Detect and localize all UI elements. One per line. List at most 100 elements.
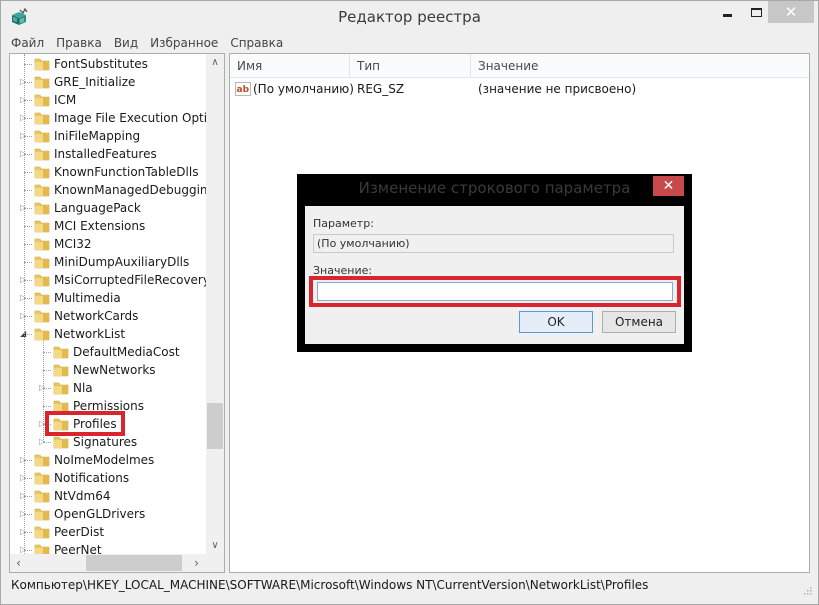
- folder-icon: [53, 363, 69, 377]
- tree-item-label: KnownFunctionTableDlls: [54, 165, 199, 179]
- tree-item[interactable]: ▷ Profiles: [10, 411, 206, 436]
- tree-item[interactable]: ▷ MsiCorruptedFileRecovery: [10, 271, 206, 289]
- registry-tree-pane: FontSubstitutes ▷ GRE_Initialize ▷ ICM ▷ Image…: [9, 53, 225, 573]
- tree-item-label: NewNetworks: [73, 363, 156, 377]
- tree-item-label: Multimedia: [54, 291, 121, 305]
- scroll-down-icon[interactable]: ∨: [206, 537, 224, 554]
- folder-icon: [34, 111, 50, 125]
- tree-item[interactable]: MCI Extensions: [10, 217, 206, 235]
- scroll-left-icon[interactable]: ‹: [10, 554, 27, 572]
- tree-item[interactable]: DefaultMediaCost: [10, 343, 206, 361]
- folder-icon: [34, 219, 50, 233]
- tree-item-label: PeerNet: [54, 543, 102, 554]
- tree-item[interactable]: ▷ NoImeModelmes: [10, 451, 206, 469]
- tree-item[interactable]: ▷ Multimedia: [10, 289, 206, 307]
- cancel-button[interactable]: Отмена: [602, 311, 676, 333]
- status-path: Компьютер\HKEY_LOCAL_MACHINE\SOFTWARE\Mi…: [11, 578, 649, 592]
- tree-item[interactable]: ▷ PeerDist: [10, 523, 206, 541]
- param-label: Параметр:: [313, 217, 374, 230]
- tree-item-label: PeerDist: [54, 525, 105, 539]
- edit-string-dialog: Изменение строкового параметра ✕ Парамет…: [297, 174, 692, 352]
- title-bar[interactable]: Редактор реестра ✕: [1, 1, 818, 32]
- tree-connector: [24, 226, 32, 227]
- tree-item-label: MCI Extensions: [54, 219, 146, 233]
- tree-item[interactable]: ▷ NetworkCards: [10, 307, 206, 325]
- tree-item[interactable]: ▷ PeerNet: [10, 541, 206, 554]
- tree-connector: [43, 352, 51, 353]
- tree-item[interactable]: ▷ OpenGLDrivers: [10, 505, 206, 523]
- menu-bar: Файл Правка Вид Избранное Справка: [1, 33, 818, 53]
- tree-item[interactable]: KnownFunctionTableDlls: [10, 163, 206, 181]
- tree-item[interactable]: NewNetworks: [10, 361, 206, 379]
- ok-button[interactable]: OK: [519, 311, 593, 333]
- close-button[interactable]: ✕: [768, 1, 814, 23]
- tree-item-label: IniFileMapping: [54, 129, 141, 143]
- scroll-right-icon[interactable]: ›: [188, 554, 205, 572]
- tree-item[interactable]: ▷ LanguagePack: [10, 199, 206, 217]
- folder-icon: [34, 147, 50, 161]
- tree-item[interactable]: ▷ Signatures: [10, 433, 206, 451]
- tree-item[interactable]: ▷ Notifications: [10, 469, 206, 487]
- string-value-icon: ab: [235, 82, 251, 96]
- window-title: Редактор реестра: [338, 8, 481, 26]
- column-name-header[interactable]: Имя: [230, 54, 350, 78]
- value-data-input[interactable]: [317, 282, 673, 301]
- list-header: Имя Тип Значение: [230, 54, 809, 78]
- tree-item-label: MiniDumpAuxiliaryDlls: [54, 255, 190, 269]
- resize-grip-icon[interactable]: [802, 585, 812, 595]
- tree-item[interactable]: FontSubstitutes: [10, 55, 206, 73]
- maximize-button[interactable]: [742, 1, 770, 23]
- tree-item-label: GRE_Initialize: [54, 75, 136, 89]
- dialog-close-button[interactable]: ✕: [653, 176, 684, 196]
- column-value-header[interactable]: Значение: [471, 54, 811, 78]
- menu-help[interactable]: Справка: [230, 36, 283, 50]
- menu-edit[interactable]: Правка: [56, 36, 102, 50]
- tree-connector: [24, 64, 32, 65]
- folder-icon: [53, 435, 69, 449]
- minimize-button[interactable]: [713, 1, 741, 23]
- tree-item-label: Image File Execution Options: [54, 111, 206, 125]
- list-row[interactable]: ab (По умолчанию) REG_SZ (значение не пр…: [230, 79, 809, 99]
- folder-icon: [34, 165, 50, 179]
- tree-item-label: ICM: [54, 93, 77, 107]
- tree-item[interactable]: ▷ ICM: [10, 91, 206, 109]
- tree-item[interactable]: ▷ InstalledFeatures: [10, 145, 206, 163]
- tree-vertical-scrollbar[interactable]: ∧ ∨: [206, 54, 224, 554]
- close-icon: ✕: [784, 3, 798, 21]
- tree-item[interactable]: MiniDumpAuxiliaryDlls: [10, 253, 206, 271]
- tree-item[interactable]: ▷ IniFileMapping: [10, 127, 206, 145]
- tree-item-label: Nla: [73, 381, 93, 395]
- tree-item[interactable]: ▷ NtVdm64: [10, 487, 206, 505]
- tree-item[interactable]: ▷ Nla: [10, 379, 206, 397]
- tree-connector: [24, 262, 32, 263]
- tree-item-label: Signatures: [73, 435, 138, 449]
- tree-item-label: OpenGLDrivers: [54, 507, 146, 521]
- tree-item-label: NtVdm64: [54, 489, 111, 503]
- folder-icon: [34, 57, 50, 71]
- tree-guide-line: [43, 339, 44, 442]
- tree-item[interactable]: KnownManagedDebuggingDlls: [10, 181, 206, 199]
- tree-horizontal-scrollbar[interactable]: ‹ ›: [10, 554, 206, 572]
- scroll-up-icon[interactable]: ∧: [206, 54, 224, 71]
- tree-item-label: MCI32: [54, 237, 92, 251]
- tree-item-label: DefaultMediaCost: [73, 345, 180, 359]
- tree-guide-line: [24, 54, 25, 554]
- folder-icon: [34, 525, 50, 539]
- tree-item-label: LanguagePack: [54, 201, 141, 215]
- tree-connector: [24, 244, 32, 245]
- tree-item[interactable]: ◢ NetworkList: [10, 325, 206, 343]
- tree-item[interactable]: MCI32: [10, 235, 206, 253]
- folder-icon: [34, 309, 50, 323]
- tree-vscroll-thumb[interactable]: [207, 403, 223, 449]
- tree-item[interactable]: ▷Image File Execution Options: [10, 109, 206, 127]
- tree-hscroll-thumb[interactable]: [86, 555, 182, 571]
- menu-file[interactable]: Файл: [11, 36, 44, 50]
- folder-icon: [34, 291, 50, 305]
- menu-favorites[interactable]: Избранное: [150, 36, 218, 50]
- svg-text:ab: ab: [237, 85, 250, 95]
- tree-item-label: KnownManagedDebuggingDlls: [54, 183, 206, 197]
- folder-icon: [34, 93, 50, 107]
- menu-view[interactable]: Вид: [114, 36, 138, 50]
- tree-item[interactable]: ▷ GRE_Initialize: [10, 73, 206, 91]
- column-type-header[interactable]: Тип: [350, 54, 471, 78]
